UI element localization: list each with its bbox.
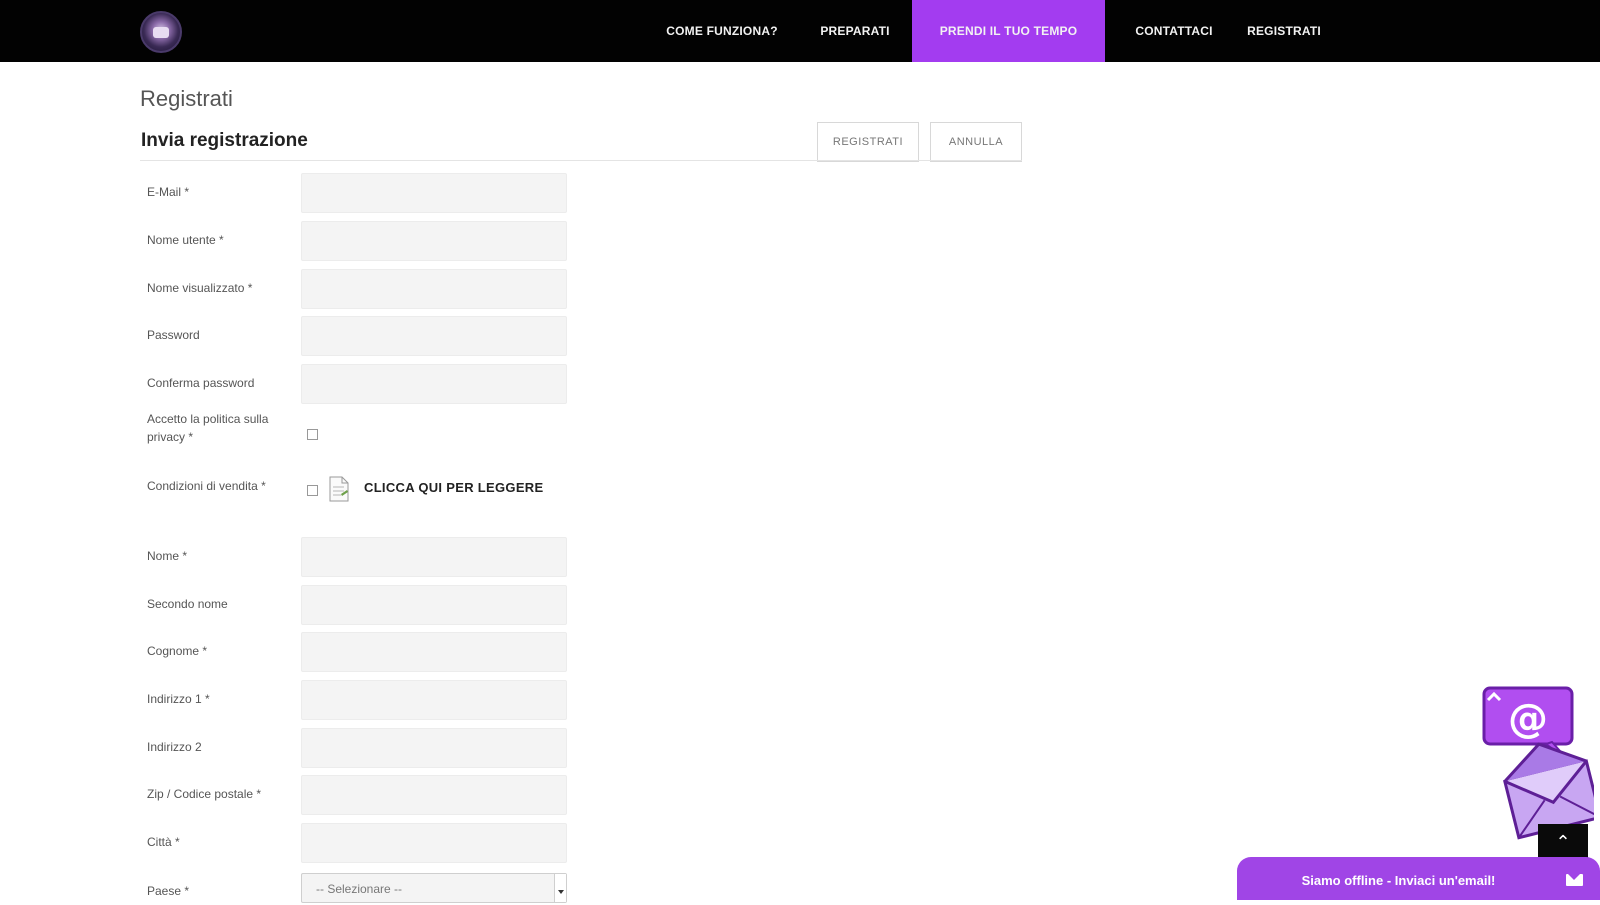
username-field[interactable] [301,221,567,261]
country-label: Paese * [147,884,190,898]
section-title: Invia registrazione [141,130,308,151]
page-title: Registrati [140,86,233,111]
country-select-value: -- Selezionare -- [316,882,403,896]
middle-name-field[interactable] [301,585,567,625]
address1-field[interactable] [301,680,567,720]
first-name-label: Nome * [147,549,188,563]
display-name-label: Nome visualizzato * [147,281,253,295]
top-navigation-bar: COME FUNZIONA? PREPARATI PRENDI IL TUO T… [0,0,1600,62]
display-name-field[interactable] [301,269,567,309]
first-name-field[interactable] [301,537,567,577]
email-field[interactable] [301,173,567,213]
last-name-label: Cognome * [147,644,208,658]
nav-item-registrati[interactable]: REGISTRATI [1237,0,1331,62]
site-logo[interactable] [140,11,182,53]
offline-chat-bar[interactable]: Siamo offline - Inviaci un'email! [1237,857,1600,900]
last-name-field[interactable] [301,632,567,672]
cancel-button[interactable]: ANNULLA [930,122,1022,162]
nav-item-preparati[interactable]: PREPARATI [808,0,902,62]
document-icon[interactable] [328,476,350,502]
city-field[interactable] [301,823,567,863]
address2-label: Indirizzo 2 [147,740,202,754]
envelope-icon [1566,874,1583,886]
zip-label: Zip / Codice postale * [147,787,262,801]
middle-name-label: Secondo nome [147,597,228,611]
nav-item-come-funziona[interactable]: COME FUNZIONA? [647,0,797,62]
read-conditions-link[interactable]: CLICCA QUI PER LEGGERE [364,480,543,495]
address2-field[interactable] [301,728,567,768]
username-label: Nome utente * [147,233,224,247]
email-label: E-Mail * [147,185,190,199]
nav-item-prendi-il-tuo-tempo[interactable]: PRENDI IL TUO TEMPO [912,0,1105,62]
email-mascot-icon[interactable]: @ [1482,686,1594,846]
svg-text:@: @ [1508,696,1548,742]
confirm-password-field[interactable] [301,364,567,404]
city-label: Città * [147,835,180,849]
scroll-top-button[interactable]: ⌃ [1538,824,1588,860]
section-divider [140,160,1022,161]
privacy-label: Accetto la politica sulla privacy * [147,412,269,444]
zip-field[interactable] [301,775,567,815]
password-field[interactable] [301,316,567,356]
register-button[interactable]: REGISTRATI [817,122,919,162]
privacy-checkbox[interactable] [307,429,318,440]
confirm-password-label: Conferma password [147,376,255,390]
address1-label: Indirizzo 1 * [147,692,210,706]
chevron-down-icon [554,874,566,902]
conditions-checkbox[interactable] [307,485,318,496]
nav-item-contattaci[interactable]: CONTATTACI [1113,0,1235,62]
country-select[interactable]: -- Selezionare -- [301,873,567,903]
conditions-label: Condizioni di vendita * [147,479,266,493]
password-label: Password [147,328,200,342]
